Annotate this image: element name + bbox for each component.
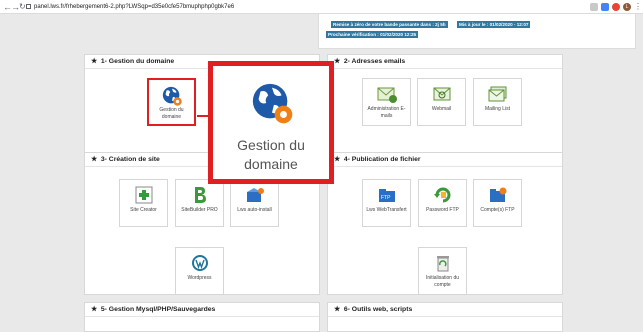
avatar[interactable]: L	[623, 3, 631, 11]
next-check-badge: Prochaine vérification : 01/02/2020 12:2…	[326, 31, 419, 38]
panel-title: 4- Publication de fichier	[343, 156, 421, 163]
tile-label: Webmail	[431, 106, 452, 112]
tile-password-ftp[interactable]: Password FTP	[418, 179, 467, 227]
tile-label: Initialisation du compte	[425, 275, 460, 288]
update-badge: Mis à jour le : 01/02/2020 - 12:07	[457, 21, 531, 28]
panel-title: 5- Gestion Mysql/PHP/Sauvegardes	[100, 306, 216, 313]
tile-ftp-accounts[interactable]: Compte(s) FTP	[473, 179, 522, 227]
panel-header: ★ 5- Gestion Mysql/PHP/Sauvegardes	[85, 303, 319, 317]
reset-badge: Remise à zéro de votre bande passante da…	[331, 21, 448, 28]
tile-lws-webtransfert[interactable]: FTP Lws WebTransfert	[362, 179, 411, 227]
tile-label: Site Creator	[130, 207, 157, 213]
tile-lws-auto-install[interactable]: Lws auto-install	[230, 179, 279, 227]
panel-title: 1- Gestion du domaine	[100, 58, 175, 65]
tile-label: Lws auto-install	[237, 207, 272, 213]
tile-webmail[interactable]: Webmail	[417, 78, 466, 126]
panel-header: ★ 4- Publication de fichier	[328, 153, 562, 167]
page-content: Remise à zéro de votre bande passante da…	[0, 13, 643, 332]
tile-email-admin[interactable]: Administration E-mails	[362, 78, 411, 126]
browser-toolbar: ← → ↻ panel.lws.fr/frhebergement6-2.php?…	[0, 0, 643, 14]
panel-header: ★ 2- Adresses emails	[328, 55, 562, 69]
globe-gear-icon-large	[249, 80, 295, 131]
tile-domain-management[interactable]: Gestion du domaine	[147, 78, 196, 126]
tile-mailing-list[interactable]: Mailing List	[473, 78, 522, 126]
extension-icon[interactable]	[601, 3, 609, 11]
tile-label: Wordpress	[187, 275, 212, 281]
highlight-connector	[197, 115, 208, 117]
tile-wordpress[interactable]: Wordpress	[175, 247, 224, 295]
tile-label: Mailing List	[484, 106, 510, 112]
svg-text:FTP: FTP	[381, 195, 391, 201]
tile-label: Administration E-mails	[367, 106, 406, 119]
panel-web-tools: ★ 6- Outils web, scripts	[327, 302, 563, 332]
tile-label: Gestion du domaine	[159, 107, 184, 120]
tile-label: Password FTP	[426, 207, 459, 213]
panel-header: ★ 6- Outils web, scripts	[328, 303, 562, 317]
extension-icon-2[interactable]	[612, 3, 620, 11]
panel-mysql: ★ 5- Gestion Mysql/PHP/Sauvegardes	[84, 302, 320, 332]
panel-title: 6- Outils web, scripts	[343, 306, 413, 313]
address-bar[interactable]: panel.lws.fr/frhebergement6-2.php?LWSqp=…	[26, 2, 586, 12]
menu-icon[interactable]: ⋮	[634, 1, 642, 13]
star-icon[interactable]	[590, 3, 598, 11]
panel-title: 2- Adresses emails	[343, 58, 406, 65]
panel-file-publishing: ★ 4- Publication de fichier FTP Lws WebT…	[327, 152, 563, 295]
panel-emails: ★ 2- Adresses emails Administration E-ma…	[327, 54, 563, 153]
tile-sitebuilder-pro[interactable]: NEW SiteBuilder PRO	[175, 176, 228, 227]
tile-site-creator[interactable]: Site Creator	[119, 179, 168, 227]
tile-label: Compte(s) FTP	[480, 207, 515, 213]
url-text: panel.lws.fr/frhebergement6-2.php?LWSqp=…	[34, 4, 235, 10]
tile-label: Lws WebTransfert	[366, 207, 407, 213]
zoom-callout: Gestion du domaine	[208, 61, 334, 184]
lock-icon	[26, 3, 31, 9]
tile-account-init[interactable]: Initialisation du compte	[418, 247, 467, 295]
tile-label: SiteBuilder PRO	[181, 207, 218, 213]
bandwidth-info: Remise à zéro de votre bande passante da…	[318, 13, 636, 49]
panel-title: 3- Création de site	[100, 156, 160, 163]
zoom-label: Gestion du domaine	[237, 137, 305, 172]
reload-icon[interactable]: ↻	[19, 1, 26, 13]
